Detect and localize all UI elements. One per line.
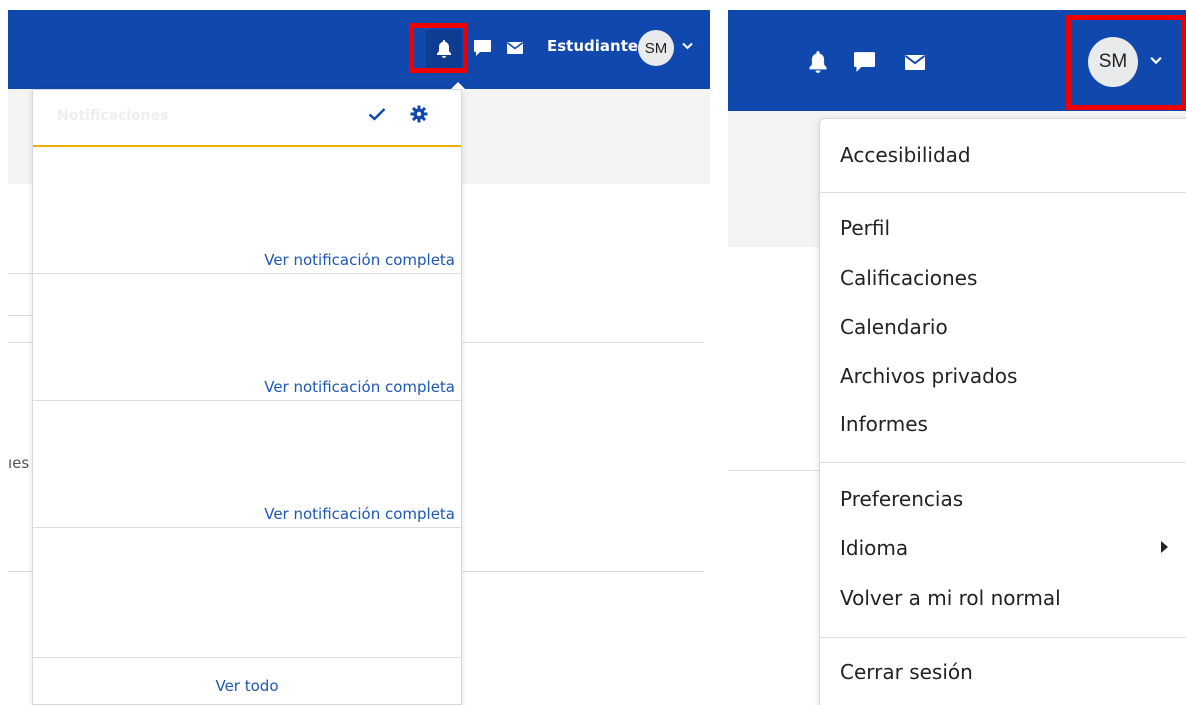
menu-item-grades[interactable]: Calificaciones bbox=[840, 266, 977, 290]
menu-divider bbox=[820, 462, 1186, 463]
notifications-popover: Notificaciones Ver notificación completa… bbox=[32, 89, 462, 705]
notifications-title: Notificaciones bbox=[57, 108, 169, 124]
menu-item-preferences[interactable]: Preferencias bbox=[840, 487, 963, 511]
menu-item-reports[interactable]: Informes bbox=[840, 412, 928, 436]
view-notification-link[interactable]: Ver notificación completa bbox=[264, 251, 455, 269]
gear-icon[interactable] bbox=[410, 105, 428, 127]
envelope-icon[interactable] bbox=[903, 51, 927, 73]
right-screenshot-panel: SM Accesibilidad Perfil Calificaciones C… bbox=[728, 0, 1186, 705]
notification-item[interactable]: Ver notificación completa bbox=[33, 147, 461, 274]
menu-item-accessibility[interactable]: Accesibilidad bbox=[840, 143, 971, 167]
background-partial-text: ıes bbox=[8, 454, 30, 472]
view-notification-link[interactable]: Ver notificación completa bbox=[264, 505, 455, 523]
notifications-header: Notificaciones bbox=[33, 90, 461, 147]
menu-item-logout[interactable]: Cerrar sesión bbox=[840, 660, 973, 684]
check-icon[interactable] bbox=[368, 104, 386, 126]
background-divider bbox=[728, 470, 820, 471]
user-menu-dropdown: Accesibilidad Perfil Calificaciones Cale… bbox=[819, 118, 1186, 705]
avatar[interactable]: SM bbox=[638, 30, 674, 66]
panel-gap bbox=[710, 0, 728, 705]
see-all-link[interactable]: Ver todo bbox=[33, 677, 461, 695]
background-divider bbox=[8, 342, 34, 343]
background-divider bbox=[8, 571, 34, 572]
menu-divider bbox=[820, 192, 1186, 193]
notifications-footer: Ver todo bbox=[33, 657, 461, 705]
caret-right-icon[interactable] bbox=[1161, 541, 1168, 553]
background-divider bbox=[8, 273, 34, 274]
notification-item[interactable] bbox=[33, 528, 461, 657]
chevron-down-icon[interactable] bbox=[682, 39, 693, 54]
view-notification-link[interactable]: Ver notificación completa bbox=[264, 378, 455, 396]
left-screenshot-panel: ıes Estudiante SM Notificaciones Ver not… bbox=[0, 0, 710, 705]
notification-item[interactable]: Ver notificación completa bbox=[33, 274, 461, 401]
chat-icon[interactable] bbox=[472, 38, 492, 58]
notification-item[interactable]: Ver notificación completa bbox=[33, 401, 461, 528]
bell-highlight-box bbox=[409, 23, 468, 73]
chat-icon[interactable] bbox=[852, 50, 876, 74]
menu-item-calendar[interactable]: Calendario bbox=[840, 315, 948, 339]
envelope-icon[interactable] bbox=[505, 39, 525, 57]
user-name-label[interactable]: Estudiante bbox=[547, 37, 638, 55]
menu-divider bbox=[820, 637, 1186, 638]
background-divider bbox=[460, 571, 704, 572]
menu-item-profile[interactable]: Perfil bbox=[840, 216, 890, 240]
bell-icon[interactable] bbox=[806, 50, 830, 74]
menu-item-switch-role[interactable]: Volver a mi rol normal bbox=[840, 586, 1061, 610]
background-divider bbox=[460, 342, 704, 343]
user-menu-highlight-box bbox=[1066, 15, 1186, 110]
menu-item-language[interactable]: Idioma bbox=[840, 536, 908, 560]
menu-item-private-files[interactable]: Archivos privados bbox=[840, 364, 1017, 388]
background-divider bbox=[8, 315, 34, 316]
